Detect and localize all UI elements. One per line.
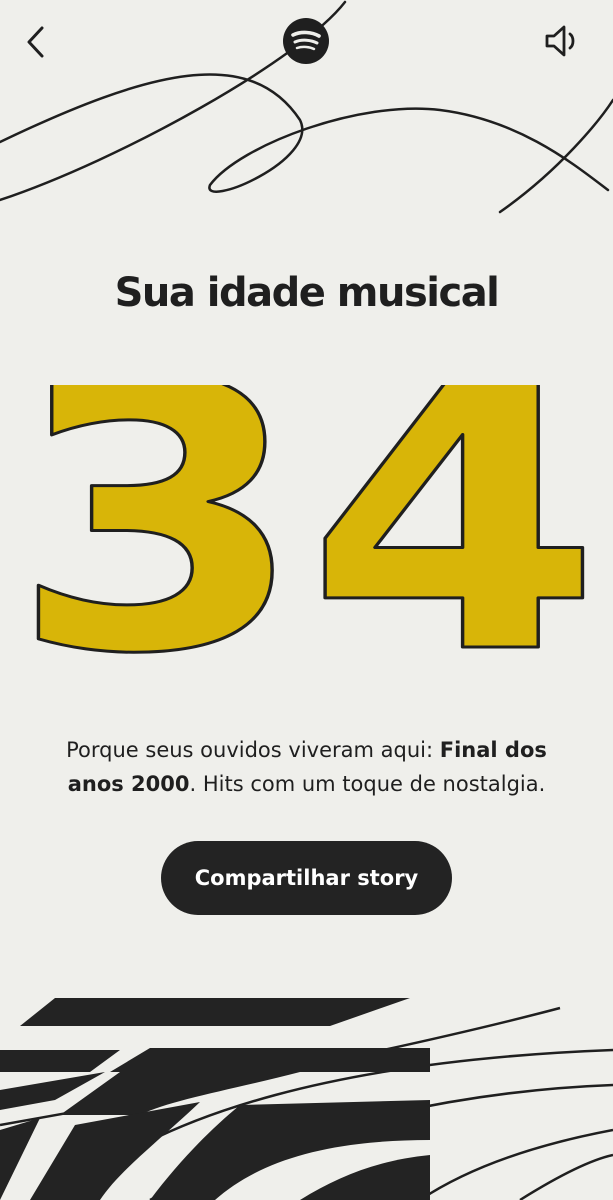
speaker-icon (545, 25, 575, 57)
music-age-screen: Sua idade musical 34 Porque seus ouvidos… (0, 0, 613, 1200)
age-description: Porque seus ouvidos viveram aqui: Final … (40, 733, 573, 801)
sound-toggle-button[interactable] (535, 13, 591, 69)
back-button[interactable] (8, 14, 64, 70)
music-age-number: 34 (9, 385, 604, 675)
age-value: 34 (10, 385, 602, 675)
share-story-button[interactable]: Compartilhar story (161, 841, 452, 915)
bottom-pattern-decoration (0, 998, 613, 1200)
description-suffix: . Hits com um toque de nostalgia. (189, 772, 546, 796)
description-prefix: Porque seus ouvidos viveram aqui: (66, 738, 440, 762)
spotify-logo-icon (282, 17, 330, 65)
page-title: Sua idade musical (114, 270, 500, 316)
chevron-left-icon (27, 26, 44, 58)
